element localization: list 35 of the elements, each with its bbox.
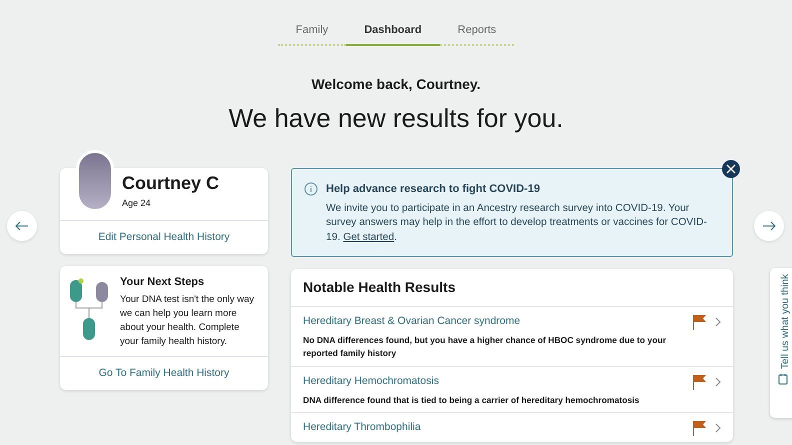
- alert-text: We invite you to participate in an Ancestry research survey into COVID-19. Your survey answers may help in the effort to develop treatments or vaccines for COVID-19. Get started.: [326, 202, 708, 246]
- profile-name: Courtney C: [122, 172, 220, 195]
- left-arrow-icon: [15, 221, 29, 231]
- chevron-icon: [715, 376, 721, 387]
- close-icon: [726, 164, 736, 174]
- result-detail: No DNA differences found, but you have a higher chance of HBOC syndrome due to your reported family history: [303, 334, 668, 360]
- nav-tab[interactable]: Reports: [440, 22, 514, 46]
- headline: We have new results for you.: [228, 102, 564, 135]
- next-button[interactable]: [754, 211, 784, 241]
- result-name: Hereditary Hemochromatosis: [303, 374, 440, 389]
- alert-title: Help advance research to fight COVID-19: [326, 182, 541, 197]
- chevron-icon: [715, 423, 721, 434]
- nav-tab[interactable]: Dashboard: [346, 22, 440, 46]
- result-row[interactable]: Hereditary Hemochromatosis DNA difference found that is tied to being a carrier of hereditary hemochromatosis: [291, 366, 733, 412]
- info-icon: [304, 182, 318, 196]
- right-arrow-icon: [762, 221, 776, 231]
- age-text: Age 24: [122, 196, 152, 210]
- nav-tab[interactable]: Family: [278, 22, 346, 46]
- family-health-history-link[interactable]: Go To Family Health History: [98, 367, 230, 380]
- previous-button[interactable]: [7, 211, 37, 241]
- result-detail: DNA difference found that is tied to being a carrier of hereditary hemochromatosis: [303, 394, 640, 406]
- result-row[interactable]: Hereditary Thrombophilia: [291, 412, 733, 442]
- result-row[interactable]: Hereditary Breast & Ovarian Cancer syndrome No DNA differences found, but you have a higher chance of HBOC syndrome due to your reported family history: [291, 306, 733, 366]
- welcome-text: Welcome back, Courtney.: [310, 75, 482, 94]
- close-button[interactable]: [722, 160, 740, 178]
- result-name: Hereditary Breast & Ovarian Cancer syndrome: [303, 314, 522, 330]
- chevron-icon: [715, 317, 721, 328]
- get-started-link[interactable]: Get started: [343, 232, 394, 244]
- feedback-label: Tell us what you think: [779, 274, 792, 370]
- feedback-tab[interactable]: Tell us what you think: [770, 268, 792, 418]
- edit-health-history-link[interactable]: Edit Personal Health History: [98, 231, 230, 243]
- result-name: Hereditary Thrombophilia: [303, 420, 422, 436]
- next-steps-text: Your DNA test isn't the only way we can help you learn more about your health. Complete your family health history.: [120, 293, 256, 348]
- next-steps-title: Your Next Steps: [120, 274, 206, 290]
- results-title: Notable Health Results: [302, 278, 456, 298]
